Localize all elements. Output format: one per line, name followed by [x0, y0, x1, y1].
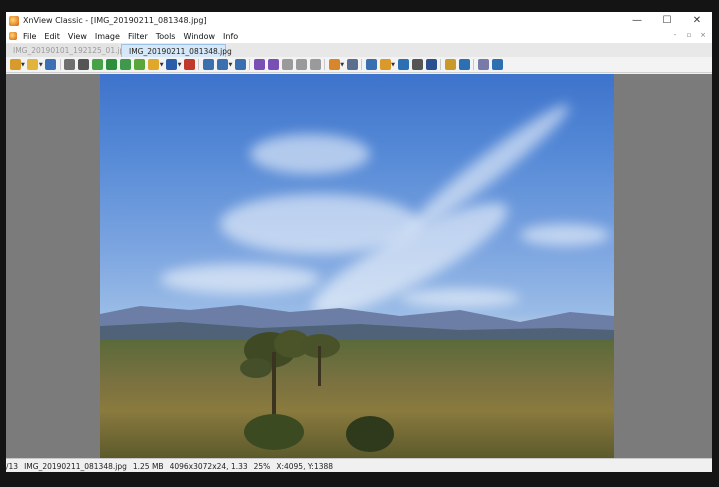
- window-title: XnView Classic - [IMG_20190211_081348.jp…: [23, 16, 207, 25]
- status-filename: IMG_20190211_081348.jpg: [24, 461, 127, 471]
- next-icon[interactable]: [267, 59, 279, 70]
- status-bar: /13 IMG_20190211_081348.jpg 1.25 MB 4096…: [6, 458, 712, 472]
- menu-view[interactable]: View: [64, 32, 91, 41]
- toolbar-separator: [361, 59, 363, 70]
- bush: [346, 416, 394, 452]
- photo-display: [100, 74, 614, 458]
- toolbar-separator: [440, 59, 442, 70]
- menu-edit[interactable]: Edit: [40, 32, 64, 41]
- close-button[interactable]: ✕: [682, 12, 712, 29]
- resize-icon[interactable]: [166, 59, 178, 70]
- gallery-icon[interactable]: [444, 59, 456, 70]
- wallpaper-icon[interactable]: [458, 59, 470, 70]
- toolbar: ▼ ▼ ▼ ▼ ▼ ▼ ▼: [6, 57, 712, 73]
- red-eye-icon[interactable]: [183, 59, 195, 70]
- page-first-icon[interactable]: [281, 59, 293, 70]
- chevron-down-icon[interactable]: ▼: [21, 62, 25, 68]
- toolbar-separator: [59, 59, 61, 70]
- save-icon[interactable]: [45, 59, 57, 70]
- mdi-restore-button[interactable]: ▫: [684, 31, 694, 39]
- tree: [300, 334, 340, 386]
- mountains: [100, 300, 614, 340]
- menu-file[interactable]: File: [19, 32, 40, 41]
- tab-image-2[interactable]: IMG_20190211_081348.jpg: [121, 44, 232, 57]
- page-last-icon[interactable]: [309, 59, 321, 70]
- status-zoom: 25%: [253, 461, 271, 471]
- filter-icon[interactable]: [120, 59, 132, 70]
- image-viewer[interactable]: [6, 74, 712, 458]
- mdi-close-button[interactable]: ×: [698, 31, 708, 39]
- mdi-minimize-button[interactable]: -: [670, 31, 680, 39]
- tab-label: IMG_20190211_081348.jpg: [129, 46, 232, 56]
- print-icon[interactable]: [411, 59, 423, 70]
- menu-bar: File Edit View Image Filter Tools Window…: [6, 29, 712, 43]
- options-icon[interactable]: [477, 59, 489, 70]
- undo-icon[interactable]: [64, 59, 76, 70]
- document-menu-icon[interactable]: [9, 32, 17, 40]
- tab-bar: IMG_20190101_192125_01.jpg IMG_20190211_…: [6, 43, 712, 58]
- toolbar-separator: [473, 59, 475, 70]
- menu-info[interactable]: Info: [219, 32, 242, 41]
- about-icon[interactable]: [491, 59, 503, 70]
- xnview-app-icon: [9, 15, 19, 26]
- menu-image[interactable]: Image: [91, 32, 124, 41]
- tab-image-1[interactable]: IMG_20190101_192125_01.jpg: [6, 44, 129, 57]
- chevron-down-icon[interactable]: ▼: [228, 62, 232, 68]
- toolbar-separator: [324, 59, 326, 70]
- previous-icon[interactable]: [253, 59, 265, 70]
- chevron-down-icon[interactable]: ▼: [340, 62, 344, 68]
- monitor-icon[interactable]: [425, 59, 437, 70]
- app-window: XnView Classic - [IMG_20190211_081348.jp…: [6, 12, 712, 472]
- crop-icon[interactable]: [78, 59, 90, 70]
- fullscreen-icon[interactable]: [346, 59, 358, 70]
- open-folder-icon[interactable]: [27, 59, 39, 70]
- adjust-icon[interactable]: [106, 59, 118, 70]
- zoom-out-icon[interactable]: [234, 59, 246, 70]
- zoom-in-icon[interactable]: [202, 59, 214, 70]
- menu-window[interactable]: Window: [179, 32, 219, 41]
- chevron-down-icon[interactable]: ▼: [391, 62, 395, 68]
- status-filesize: 1.25 MB: [132, 461, 164, 471]
- browser-icon[interactable]: [9, 59, 21, 70]
- menu-tools[interactable]: Tools: [152, 32, 180, 41]
- minimize-button[interactable]: —: [622, 12, 652, 29]
- menu-filter[interactable]: Filter: [124, 32, 152, 41]
- chevron-down-icon[interactable]: ▼: [160, 62, 164, 68]
- capture-icon[interactable]: [379, 59, 391, 70]
- toolbar-separator: [198, 59, 200, 70]
- page-icon[interactable]: [295, 59, 307, 70]
- status-index: /13: [6, 461, 19, 471]
- fit-icon[interactable]: [365, 59, 377, 70]
- tab-label: IMG_20190101_192125_01.jpg: [13, 46, 130, 55]
- maximize-button[interactable]: ☐: [652, 12, 682, 29]
- title-bar: XnView Classic - [IMG_20190211_081348.jp…: [6, 12, 712, 29]
- effects-icon[interactable]: [134, 59, 146, 70]
- scan-icon[interactable]: [397, 59, 409, 70]
- rotate-icon[interactable]: [148, 59, 160, 70]
- status-coordinates: X:4095, Y:1388: [276, 461, 334, 471]
- status-dimensions: 4096x3072x24, 1.33: [169, 461, 248, 471]
- chevron-down-icon[interactable]: ▼: [39, 62, 43, 68]
- zoom-icon[interactable]: [216, 59, 228, 70]
- slideshow-icon[interactable]: [328, 59, 340, 70]
- toolbar-separator: [249, 59, 251, 70]
- palette-icon[interactable]: [92, 59, 104, 70]
- chevron-down-icon[interactable]: ▼: [178, 62, 182, 68]
